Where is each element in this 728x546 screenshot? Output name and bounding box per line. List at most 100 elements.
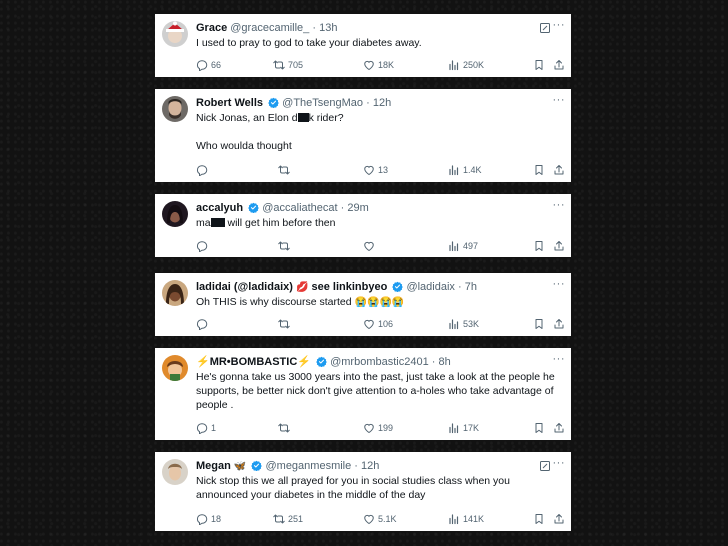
tweet-header: Grace @gracecamille_ · 13h <box>196 21 531 36</box>
more-options-icon[interactable]: ··· <box>553 19 566 31</box>
reply-button[interactable] <box>196 317 211 331</box>
views-button[interactable]: 17K <box>448 421 479 435</box>
timestamp[interactable]: 7h <box>465 281 477 293</box>
more-options-icon[interactable]: ··· <box>553 457 566 469</box>
bookmark-button[interactable] <box>533 421 548 435</box>
timestamp[interactable]: 29m <box>347 202 368 214</box>
reply-button[interactable]: 66 <box>196 58 221 72</box>
handle[interactable]: @accaliathecat <box>262 202 337 214</box>
bookmark-button[interactable] <box>533 512 548 526</box>
share-icon <box>553 513 565 525</box>
timestamp[interactable]: 12h <box>361 460 379 472</box>
retweet-icon <box>273 513 285 525</box>
display-name[interactable]: accalyuh <box>196 202 243 214</box>
bookmark-icon <box>533 513 545 525</box>
retweet-button[interactable] <box>278 163 293 177</box>
like-button[interactable]: 199 <box>363 421 393 435</box>
like-button[interactable]: 13 <box>363 163 388 177</box>
avatar[interactable] <box>162 280 188 306</box>
reply-button[interactable]: 1 <box>196 421 216 435</box>
more-options-icon[interactable]: ··· <box>553 199 566 211</box>
timestamp[interactable]: 8h <box>439 356 451 368</box>
handle[interactable]: @gracecamille_ <box>230 22 309 34</box>
like-icon <box>363 240 375 252</box>
display-name[interactable]: Grace <box>196 22 227 34</box>
views-button[interactable]: 141K <box>448 512 484 526</box>
grok-icon[interactable] <box>539 22 551 34</box>
retweet-button[interactable]: 251 <box>273 512 303 526</box>
share-button[interactable] <box>553 163 568 177</box>
handle[interactable]: @mrbombastic2401 <box>330 356 429 368</box>
retweet-button[interactable] <box>278 317 293 331</box>
avatar[interactable] <box>162 201 188 227</box>
tweet-card[interactable]: ⚡MR•BOMBASTIC⚡ @mrbombastic2401 · 8h ···… <box>155 348 571 440</box>
tweet-card[interactable]: ladidai (@ladidaix) 💋 see linkinbyeo @la… <box>155 273 571 336</box>
like-icon <box>363 164 375 176</box>
retweet-button[interactable]: 705 <box>273 58 303 72</box>
separator: · <box>431 356 436 368</box>
tweet-header: ⚡MR•BOMBASTIC⚡ @mrbombastic2401 · 8h <box>196 355 531 370</box>
views-button[interactable]: 497 <box>448 239 478 253</box>
views-icon <box>448 164 460 176</box>
display-name[interactable]: Megan 🦋 <box>196 460 246 472</box>
avatar[interactable] <box>162 459 188 485</box>
timestamp[interactable]: 13h <box>319 22 337 34</box>
verified-badge-icon <box>268 97 279 108</box>
bookmark-icon <box>533 318 545 330</box>
more-options-icon[interactable]: ··· <box>553 353 566 365</box>
bookmark-icon <box>533 422 545 434</box>
tweet-card[interactable]: Megan 🦋 @meganmesmile · 12h ··· Nick sto… <box>155 452 571 531</box>
views-button[interactable]: 53K <box>448 317 479 331</box>
like-button[interactable]: 106 <box>363 317 393 331</box>
separator: · <box>457 281 462 293</box>
views-icon <box>448 240 460 252</box>
timestamp[interactable]: 12h <box>373 97 391 109</box>
views-button[interactable]: 250K <box>448 58 484 72</box>
reply-button[interactable] <box>196 239 211 253</box>
more-options-icon[interactable]: ··· <box>553 94 566 106</box>
action-bar: 1 199 17K <box>196 421 563 435</box>
views-icon <box>448 59 460 71</box>
reply-button[interactable]: 18 <box>196 512 221 526</box>
display-name[interactable]: ladidai (@ladidaix) 💋 see linkinbyeo <box>196 281 387 293</box>
like-icon <box>363 513 375 525</box>
tweet-card[interactable]: accalyuh @accaliathecat · 29m ··· ma wil… <box>155 194 571 257</box>
bookmark-button[interactable] <box>533 58 548 72</box>
views-button[interactable]: 1.4K <box>448 163 482 177</box>
separator: · <box>354 460 358 472</box>
bookmark-button[interactable] <box>533 239 548 253</box>
share-button[interactable] <box>553 239 568 253</box>
tweet-text: He's gonna take us 3000 years into the p… <box>196 371 555 411</box>
retweet-button[interactable] <box>278 421 293 435</box>
tweet-text: ma will get him before then <box>196 217 336 229</box>
share-button[interactable] <box>553 421 568 435</box>
bookmark-button[interactable] <box>533 317 548 331</box>
grok-icon[interactable] <box>539 460 551 472</box>
reply-button[interactable] <box>196 163 211 177</box>
display-name[interactable]: ⚡MR•BOMBASTIC⚡ <box>196 356 311 368</box>
bookmark-button[interactable] <box>533 163 548 177</box>
like-button[interactable]: 5.1K <box>363 512 397 526</box>
lips-emoji-icon: 💋 <box>295 282 309 293</box>
like-icon <box>363 422 375 434</box>
action-bar: 66 705 18K 250K <box>196 58 563 72</box>
like-button[interactable] <box>363 239 378 253</box>
avatar[interactable] <box>162 96 188 122</box>
avatar[interactable] <box>162 21 188 47</box>
share-button[interactable] <box>553 317 568 331</box>
handle[interactable]: @ladidaix <box>406 281 454 293</box>
handle[interactable]: @TheTsengMao <box>282 97 363 109</box>
tweet-card[interactable]: Robert Wells @TheTsengMao · 12h ··· Nick… <box>155 89 571 182</box>
tweet-card[interactable]: Grace @gracecamille_ · 13h ··· I used to… <box>155 14 571 77</box>
more-options-icon[interactable]: ··· <box>553 278 566 290</box>
avatar[interactable] <box>162 355 188 381</box>
bookmark-icon <box>533 240 545 252</box>
share-button[interactable] <box>553 58 568 72</box>
reply-icon <box>196 164 208 176</box>
handle[interactable]: @meganmesmile <box>265 460 351 472</box>
like-button[interactable]: 18K <box>363 58 394 72</box>
verified-badge-icon <box>392 281 403 292</box>
share-button[interactable] <box>553 512 568 526</box>
retweet-button[interactable] <box>278 239 293 253</box>
display-name[interactable]: Robert Wells <box>196 97 263 109</box>
